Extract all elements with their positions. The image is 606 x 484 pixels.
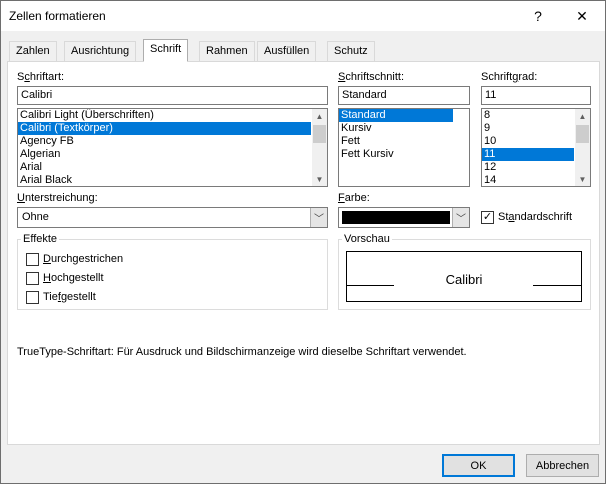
truetype-info: TrueType-Schriftart: Für Ausdruck und Bi… [17,346,467,358]
scroll-down-icon[interactable]: ▼ [575,172,590,186]
standard-font-label[interactable]: Standardschrift [498,211,572,223]
preview-sample: Calibri [445,272,483,287]
scroll-up-icon[interactable]: ▲ [575,109,590,123]
color-select[interactable]: ﹀ [338,207,470,228]
scroll-down-icon[interactable]: ▼ [312,172,327,186]
size-label: Schriftgrad: [481,71,538,83]
strikethrough-checkbox[interactable] [26,253,39,266]
style-list-item[interactable]: Kursiv [339,122,469,135]
font-list[interactable]: Calibri Light (Überschriften) Calibri (T… [17,108,328,187]
effects-title: Effekte [21,233,60,245]
help-button[interactable]: ? [515,1,561,31]
superscript-checkbox[interactable] [26,272,39,285]
ok-button[interactable]: OK [442,454,515,477]
size-list[interactable]: 8 9 10 11 12 14 ▲ ▼ [481,108,591,187]
tab-ausfuellen[interactable]: Ausfüllen [257,41,317,61]
title-bar: Zellen formatieren ? ✕ [1,1,605,31]
cancel-button[interactable]: Abbrechen [526,454,599,477]
style-list-item[interactable]: Fett Kursiv [339,148,469,161]
size-list-item[interactable]: 8 [482,109,590,122]
chevron-down-icon[interactable]: ﹀ [452,208,469,227]
tab-ausrichtung[interactable]: Ausrichtung [64,41,137,61]
chevron-down-icon[interactable]: ﹀ [310,208,327,227]
font-list-scrollbar[interactable]: ▲ ▼ [312,109,327,186]
underline-value: Ohne [22,211,49,223]
font-list-item-selected[interactable]: Calibri (Textkörper) [18,122,311,135]
style-label: Schriftschnitt: [338,71,405,83]
subscript-label[interactable]: Tiefgestellt [43,291,96,303]
tab-schrift[interactable]: Schrift [143,39,189,62]
font-list-item[interactable]: Agency FB [18,135,327,148]
underline-select[interactable]: Ohne ﹀ [17,207,328,228]
font-list-item[interactable]: Calibri Light (Überschriften) [18,109,327,122]
scroll-up-icon[interactable]: ▲ [312,109,327,123]
size-list-item[interactable]: 12 [482,161,590,174]
preview-box: Calibri [346,251,582,302]
font-list-item[interactable]: Algerian [18,148,327,161]
font-input[interactable]: Calibri [17,86,328,105]
size-list-item[interactable]: 14 [482,174,590,186]
style-list[interactable]: Standard Kursiv Fett Fett Kursiv [338,108,470,187]
font-list-item[interactable]: Arial [18,161,327,174]
scroll-thumb[interactable] [313,125,326,143]
format-cells-dialog: Zellen formatieren ? ✕ Zahlen Ausrichtun… [0,0,606,484]
tab-rahmen[interactable]: Rahmen [199,41,255,61]
size-input[interactable]: 11 [481,86,591,105]
close-button[interactable]: ✕ [559,1,605,31]
tab-zahlen[interactable]: Zahlen [9,41,57,61]
color-swatch [342,211,450,224]
standard-font-checkbox[interactable]: ✓ [481,211,494,224]
color-label: Farbe: [338,192,370,204]
scroll-thumb[interactable] [576,125,589,143]
subscript-checkbox[interactable] [26,291,39,304]
style-input[interactable]: Standard [338,86,470,105]
superscript-label[interactable]: Hochgestellt [43,272,104,284]
tab-schutz[interactable]: Schutz [327,41,375,61]
font-list-item[interactable]: Arial Black [18,174,327,186]
style-list-scrollbar [454,109,469,186]
strikethrough-label[interactable]: Durchgestrichen [43,253,123,265]
style-list-item[interactable]: Fett [339,135,469,148]
window-title: Zellen formatieren [9,9,106,23]
style-list-item-selected[interactable]: Standard [339,109,453,122]
size-list-scrollbar[interactable]: ▲ ▼ [575,109,590,186]
size-list-item[interactable]: 10 [482,135,590,148]
font-label: Schriftart: [17,71,65,83]
preview-title: Vorschau [342,233,392,245]
size-list-item-selected[interactable]: 11 [482,148,574,161]
underline-label: Unterstreichung: [17,192,98,204]
size-list-item[interactable]: 9 [482,122,590,135]
